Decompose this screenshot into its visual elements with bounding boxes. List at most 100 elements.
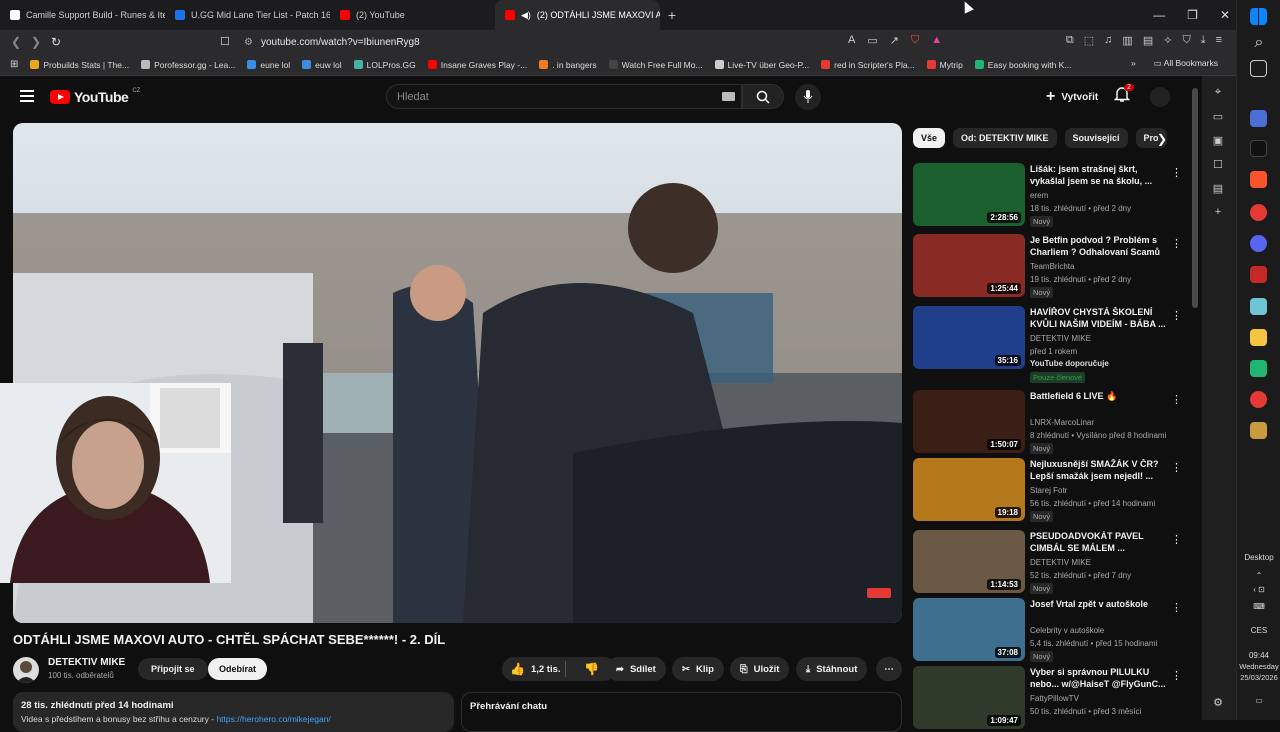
up-arrow-icon[interactable]: ⌃ bbox=[1237, 571, 1280, 580]
browser-tab-1[interactable]: Camille Support Build - Runes & Items bbox=[0, 0, 165, 30]
chip-related[interactable]: Související bbox=[1064, 128, 1128, 148]
music-icon[interactable]: ♫ bbox=[1104, 34, 1112, 47]
chip-from-channel[interactable]: Od: DETEKTIV MIKE bbox=[953, 128, 1057, 148]
minimize-button[interactable]: — bbox=[1153, 8, 1165, 22]
recommended-video[interactable]: 2:28:56 Lišák: jsem strašnej škrt, vykašl… bbox=[913, 163, 1182, 229]
chevron-right-icon[interactable]: ❯ bbox=[1157, 132, 1167, 146]
clock-time[interactable]: 09:44 bbox=[1237, 651, 1280, 660]
cast-icon[interactable]: ▭ bbox=[867, 34, 877, 47]
recommended-title[interactable]: Nejluxusnější SMAŽÁK V ČR? Lepší smažák … bbox=[1030, 459, 1168, 482]
recommended-video[interactable]: 1:50:07 Battlefield 6 LIVE 🔥 LNRX-MarcoLin… bbox=[913, 390, 1182, 456]
recommended-title[interactable]: Josef Vrtal zpět v autoškole bbox=[1030, 599, 1168, 611]
recommended-title[interactable]: HAVÍŘOV CHYSTÁ ŠKOLENÍ KVŮLI NAŠIM VIDEÍ… bbox=[1030, 307, 1168, 330]
bookmark-item[interactable]: Watch Free Full Mo... bbox=[608, 60, 703, 70]
back-icon[interactable]: ❮ bbox=[6, 35, 26, 49]
new-tab-button[interactable]: + bbox=[660, 7, 684, 23]
task-view-icon[interactable] bbox=[1250, 60, 1267, 77]
video-thumbnail[interactable]: 1:50:07 bbox=[913, 390, 1025, 453]
recommended-title[interactable]: Je Betfin podvod ? Problém s Charliem ? … bbox=[1030, 235, 1168, 259]
windows-start-icon[interactable] bbox=[1250, 8, 1267, 25]
bookmark-item[interactable]: Mytrip bbox=[926, 60, 963, 70]
maximize-button[interactable]: ❐ bbox=[1187, 8, 1198, 22]
channel-name[interactable]: DETEKTIV MIKE bbox=[48, 657, 125, 668]
reload-icon[interactable]: ↻ bbox=[46, 35, 66, 49]
notifications-button[interactable]: 2 bbox=[1113, 84, 1136, 108]
video-thumbnail[interactable]: 2:28:56 bbox=[913, 163, 1025, 226]
history-icon[interactable]: ▤ bbox=[1211, 182, 1225, 196]
screenshot-icon[interactable]: ⬚ bbox=[1084, 34, 1094, 47]
share-button[interactable]: ➦ Sdílet bbox=[606, 657, 666, 681]
recommended-channel[interactable]: DETEKTIV MIKE bbox=[1030, 558, 1091, 567]
extensions-icon[interactable]: ⧉ bbox=[1066, 34, 1074, 47]
page-scrollbar[interactable] bbox=[1192, 88, 1198, 308]
app-red-round-icon[interactable] bbox=[1250, 391, 1267, 408]
more-vertical-icon[interactable]: ⋮ bbox=[1171, 533, 1182, 546]
recommended-title[interactable]: Lišák: jsem strašnej škrt, vykašlal jsem… bbox=[1030, 164, 1168, 187]
forward-icon[interactable]: ❯ bbox=[26, 35, 46, 49]
search-icon[interactable]: ⌕ bbox=[1237, 34, 1280, 52]
app-red-logo-icon[interactable] bbox=[1250, 266, 1267, 283]
youtube-logo[interactable]: YouTube CZ bbox=[50, 88, 140, 105]
recommended-title[interactable]: Battlefield 6 LIVE 🔥 bbox=[1030, 391, 1168, 403]
bookmark-item[interactable]: Insane Graves Play -... bbox=[427, 60, 527, 70]
account-avatar[interactable] bbox=[1150, 87, 1170, 107]
audio-icon[interactable]: ◀) bbox=[521, 10, 531, 21]
recommended-video[interactable]: 35:16 HAVÍŘOV CHYSTÁ ŠKOLENÍ KVŮLI NAŠIM … bbox=[913, 306, 1182, 383]
bookmark-item[interactable]: eune lol bbox=[247, 60, 290, 70]
search-input[interactable] bbox=[387, 85, 687, 108]
video-thumbnail[interactable]: 1:14:53 bbox=[913, 530, 1025, 593]
wallet-icon[interactable]: ▤ bbox=[1143, 34, 1153, 47]
browser-tab-3[interactable]: (2) YouTube bbox=[330, 0, 495, 30]
video-thumbnail[interactable]: 1:25:44 bbox=[913, 234, 1025, 297]
like-button[interactable]: 👍 1,2 tis. bbox=[502, 661, 566, 677]
recommended-channel[interactable]: erem bbox=[1030, 191, 1048, 200]
folder-icon[interactable] bbox=[1250, 329, 1267, 346]
bookmark-item[interactable]: red in Scripter's Pla... bbox=[821, 60, 915, 70]
channel-avatar[interactable] bbox=[13, 657, 39, 683]
chat-replay-button[interactable]: Přehrávání chatu bbox=[461, 692, 902, 732]
recommended-video[interactable]: 19:18 Nejluxusnější SMAŽÁK V ČR? Lepší sm… bbox=[913, 458, 1182, 524]
more-vertical-icon[interactable]: ⋮ bbox=[1171, 393, 1182, 406]
leo-icon[interactable]: ✧ bbox=[1163, 34, 1172, 47]
search-button[interactable] bbox=[742, 84, 784, 109]
league-icon[interactable] bbox=[1250, 422, 1267, 439]
recommended-video[interactable]: 1:09:47 Vyber si správnou PILULKU nebo...… bbox=[913, 666, 1182, 732]
create-button[interactable]: + Vytvořit bbox=[1036, 85, 1108, 109]
recommended-channel[interactable]: Starej Fotr bbox=[1030, 486, 1067, 495]
more-vertical-icon[interactable]: ⋮ bbox=[1171, 237, 1182, 250]
sidebar-icon[interactable]: ▥ bbox=[1122, 34, 1132, 47]
download-icon[interactable]: ⤓ bbox=[1201, 34, 1206, 47]
bookmark-item[interactable]: Probuilds Stats | The... bbox=[30, 60, 129, 70]
bookmark-item[interactable]: LOLPros.GG bbox=[353, 60, 416, 70]
recommended-video[interactable]: 1:25:44 Je Betfin podvod ? Problém s Char… bbox=[913, 234, 1182, 300]
discord-icon[interactable] bbox=[1250, 235, 1267, 252]
add-icon[interactable]: + bbox=[1211, 206, 1225, 220]
bookmark-page-icon[interactable]: ☐ bbox=[220, 35, 230, 48]
wallet-icon[interactable]: ▣ bbox=[1211, 134, 1225, 148]
more-actions-button[interactable]: ⋯ bbox=[876, 657, 902, 681]
join-button[interactable]: Připojit se bbox=[138, 658, 208, 680]
recommended-channel[interactable]: TeamBrichta bbox=[1030, 262, 1074, 271]
save-button[interactable]: ⎘ Uložit bbox=[730, 657, 790, 681]
all-bookmarks-button[interactable]: » ▭ All Bookmarks bbox=[1131, 58, 1218, 69]
reader-icon[interactable]: ▭ bbox=[1211, 110, 1225, 124]
voice-search-button[interactable] bbox=[795, 84, 821, 110]
rewards-icon[interactable]: ▲ bbox=[931, 34, 942, 47]
video-thumbnail[interactable]: 19:18 bbox=[913, 458, 1025, 521]
recommended-title[interactable]: PSEUDOADVOKÁT PAVEL CIMBÁL SE MÁLEM ... bbox=[1030, 531, 1168, 554]
bookmark-item[interactable]: Live-TV über Geo-P... bbox=[714, 60, 809, 70]
video-thumbnail[interactable]: 35:16 bbox=[913, 306, 1025, 369]
brave-shield-icon[interactable]: ⛉ bbox=[911, 34, 919, 47]
vpn-icon[interactable]: ⛉ bbox=[1182, 34, 1190, 47]
chip-all[interactable]: Vše bbox=[913, 128, 946, 148]
video-thumbnail[interactable]: 37:08 bbox=[913, 598, 1025, 661]
share-icon[interactable]: ↗ bbox=[890, 34, 899, 47]
download-button[interactable]: ⤓ Stáhnout bbox=[796, 657, 868, 681]
browser-tab-2[interactable]: U.GG Mid Lane Tier List - Patch 16.6 bbox=[165, 0, 330, 30]
bookmark-item[interactable]: euw lol bbox=[302, 60, 342, 70]
keyboard-icon[interactable] bbox=[722, 92, 735, 101]
menu-icon[interactable] bbox=[20, 90, 34, 102]
app-cyan-icon[interactable] bbox=[1250, 298, 1267, 315]
recommended-channel[interactable]: FattyPillowTV bbox=[1030, 694, 1079, 703]
dislike-button[interactable]: 👎 bbox=[572, 662, 599, 676]
